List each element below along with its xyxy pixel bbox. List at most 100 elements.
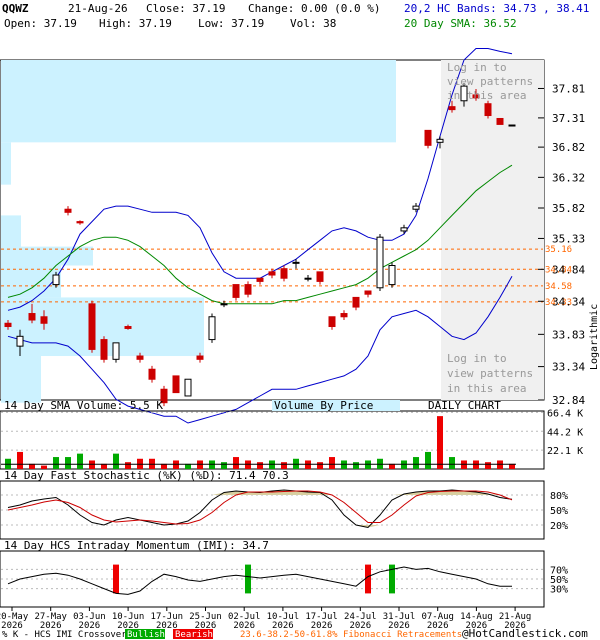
date-axis: 20-May202627-May202603-Jun202610-Jun2026… [0,607,531,631]
volume-tick-label: 66.4 K [547,408,583,419]
change-value: Change: 0.00 (0.0 %) [248,2,380,15]
candle-body [316,271,324,282]
volume-bar [413,457,419,469]
candle-body [40,316,48,324]
candle-body [184,378,192,397]
price-panel: 35.1634.8434.5834.33 37.8137.3136.8236.3… [0,48,600,424]
candle-body [508,124,516,127]
volume-bar [353,462,359,469]
high-value: High: 37.19 [99,17,172,30]
price-tick-label: 37.31 [552,112,585,125]
price-tick-label: 35.33 [552,232,585,245]
candle-body [484,103,492,117]
volume-by-price-bar [1,60,396,143]
price-tick-label: 33.83 [552,328,585,341]
candle-body [280,268,288,279]
stochastic-k-line [7,489,513,529]
stochastic-tick-label: 80% [550,491,568,502]
low-value: Low: 37.19 [198,17,264,30]
copyright: @HotCandlestick.com [462,627,588,640]
imi-label: 14 Day HCS Intraday Momentum (IMI): 34.7 [4,539,269,552]
imi-panel: 70%50%30% 14 Day HCS Intraday Momentum (… [0,539,568,608]
price-tick-label: 34.34 [552,295,585,308]
stochastic-label: 14 Day Fast Stochastic (%K) (%D): 71.4 7… [4,469,289,482]
candle-body [76,221,84,224]
candle-body [376,236,384,289]
volume-bar [65,457,71,469]
candle-body [352,296,360,308]
candle-body [52,274,60,286]
volume-bar [113,453,119,469]
volume-bar [17,451,23,469]
fibonacci-label: 34.58 [545,282,572,292]
sma-value: 20 Day SMA: 36.52 [404,17,517,30]
volume-by-price-label: Volume By Price [274,399,373,412]
candle-body [136,355,144,360]
close-value: Close: 37.19 [146,2,225,15]
bearish-legend: Bearish [175,630,213,640]
candle-body [196,355,204,360]
bullish-legend: Bullish [127,630,165,640]
candle-body [448,106,456,111]
stochastic-tick-label: 20% [550,521,568,532]
candle-body [304,277,312,280]
sma-volume-label: 14 Day SMA Volume: 5.5 K [4,399,163,412]
login-text-line: in this area [447,89,526,102]
volume-tick-label: 44.2 K [547,427,583,438]
candle-body [100,339,108,360]
candle-body [232,284,240,298]
volume-bar [233,457,239,469]
volume-by-price [1,60,396,403]
volume-bar [77,453,83,469]
date: 21-Aug-26 [68,2,128,15]
candle-body [436,138,444,143]
volume-bar [449,457,455,469]
fibonacci-label: 35.16 [545,245,572,255]
candle-body [4,322,12,328]
candle-body [16,335,24,347]
bullish-crossover-marker [245,564,251,594]
candle-body [244,284,252,295]
crossover-legend: % K - HCS IMI Crossover, [2,630,132,640]
stochastic-panel: 80% 50% 20% 14 Day Fast Stochastic (%K) (%… [0,469,568,540]
login-text-line: Log in to [447,352,507,365]
login-text-line: view patterns [447,367,533,380]
symbol: QQWZ [2,2,29,15]
volume-bar [53,457,59,469]
candle-body [388,265,396,286]
candle-body [124,326,132,329]
daily-chart-label: DAILY CHART [428,399,501,412]
imi-tick-label: 30% [550,585,568,596]
fibonacci-legend: 23.6-38.2-50-61.8% Fibonacci Retracement… [240,630,462,640]
volume-bar [485,462,491,469]
price-tick-label: 32.84 [552,394,585,407]
candle-body [364,290,372,295]
candle-body [208,316,216,341]
volume-bar [281,462,287,469]
candle-body [328,316,336,328]
candle-body [220,303,228,306]
volume-bar [125,462,131,469]
candle-body [28,313,36,321]
volume-bar [257,462,263,469]
candle-body [88,303,96,350]
candle-body [148,368,156,380]
volume-bar [221,462,227,469]
stochastic-d-line [7,490,513,525]
open-value: Open: 37.19 [4,17,77,30]
volume-by-price-bar [1,356,41,403]
login-text-line: view patterns [447,75,533,88]
price-tick-label: 37.81 [552,82,585,95]
price-tick-label: 36.82 [552,141,585,154]
pattern-shade [441,60,544,400]
candle-body [64,208,72,213]
candle-body [424,129,432,146]
login-text-line: Log in to [447,61,507,74]
candle-body [292,261,300,264]
imi-grid: 70%50%30% [1,565,568,596]
candle-body [268,271,276,276]
volume-bar [329,457,335,469]
candle-body [340,313,348,318]
volume-bar [317,462,323,469]
login-text-line: in this area [447,382,526,395]
